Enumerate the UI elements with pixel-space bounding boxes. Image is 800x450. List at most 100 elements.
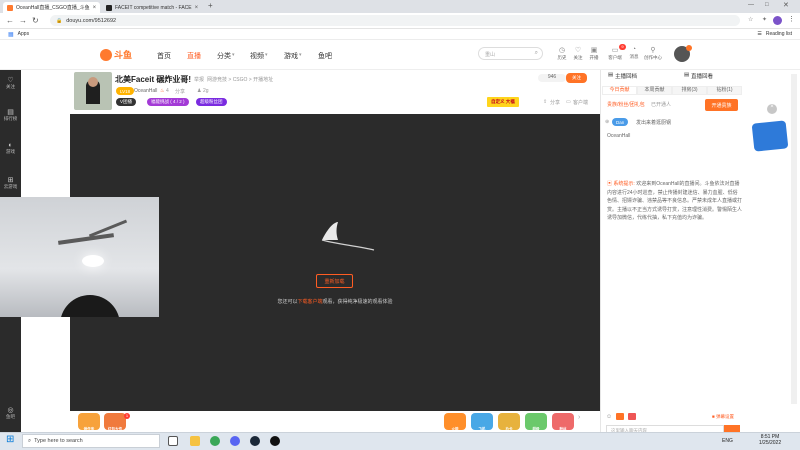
steam-icon[interactable] bbox=[250, 436, 260, 446]
sidebar-item-follow[interactable]: ♡ 关注 bbox=[0, 76, 21, 90]
obs-icon[interactable] bbox=[270, 436, 280, 446]
category-path[interactable]: 网游竞技 > CSGO > 开播地址 bbox=[207, 76, 273, 83]
promo-floating-icon[interactable] bbox=[751, 120, 789, 152]
douyu-favicon bbox=[7, 4, 13, 11]
replay-icon: ▤ bbox=[684, 72, 690, 78]
sidebar-item-fishbar[interactable]: ◎ 鱼吧 bbox=[0, 406, 21, 420]
search-icon[interactable]: ⌕ bbox=[535, 50, 538, 57]
discord-icon[interactable] bbox=[230, 436, 240, 446]
nav-live[interactable]: 直播 bbox=[187, 51, 201, 61]
tab-title: FACEIT competitive match - FACE bbox=[115, 4, 192, 11]
sidebar-item-cloudgame[interactable]: ⊞ 云游戏 bbox=[0, 176, 21, 190]
minimize-icon[interactable]: — bbox=[748, 2, 754, 8]
noble-link[interactable]: 贵族/粉丝/团礼包 bbox=[607, 101, 645, 108]
reading-list-link[interactable]: Reading list bbox=[766, 31, 792, 37]
close-promo-icon[interactable]: × bbox=[767, 104, 777, 114]
live-button[interactable]: ▣ 开播 bbox=[584, 46, 604, 61]
fan-user[interactable]: OceanHall bbox=[607, 133, 630, 139]
followers-count: 2g bbox=[203, 88, 209, 94]
browser-tab-strip: OceanHall直播_CSGO直播_斗鱼 × FACEIT competiti… bbox=[0, 0, 800, 13]
more-gifts-icon[interactable]: › bbox=[578, 414, 580, 421]
nav-category[interactable]: 分类 bbox=[217, 51, 231, 61]
windows-start-icon[interactable]: ⊞ bbox=[6, 434, 14, 445]
tab-douyu[interactable]: OceanHall直播_CSGO直播_斗鱼 × bbox=[3, 2, 100, 13]
back-icon[interactable]: ← bbox=[6, 16, 14, 25]
emoji-icon[interactable]: ☺ bbox=[606, 414, 612, 420]
window-close-icon[interactable]: ✕ bbox=[783, 1, 789, 9]
hint-prefix: 您还可以 bbox=[277, 299, 298, 305]
tab-today[interactable]: 今日贡献 bbox=[602, 86, 637, 95]
reading-list-icon: ☰ bbox=[757, 31, 762, 37]
address-bar[interactable]: 🔒 douyu.com/9512692 bbox=[50, 15, 740, 26]
streamer-avatar[interactable] bbox=[74, 72, 112, 110]
reload-icon[interactable]: ↻ bbox=[32, 16, 39, 25]
tab-anchor-archive[interactable]: 主播回档 bbox=[615, 72, 637, 80]
follow-button[interactable]: 关注 bbox=[566, 73, 587, 83]
nav-video[interactable]: 视频 bbox=[250, 51, 264, 61]
reload-button[interactable]: 重新加载 bbox=[316, 274, 353, 288]
chevron-down-icon: ▾ bbox=[265, 52, 268, 58]
date-text: 1/25/2022 bbox=[758, 440, 782, 446]
star-icon[interactable]: ☆ bbox=[748, 16, 753, 23]
apps-bookmark[interactable]: Apps bbox=[18, 31, 29, 37]
live-icon: ▣ bbox=[590, 47, 598, 54]
noble-suffix: 已开通人 bbox=[651, 102, 672, 108]
client-link[interactable]: 客户端 bbox=[573, 99, 588, 106]
barrage-setting[interactable]: ■ 弹幕设置 bbox=[712, 414, 734, 420]
share-link[interactable]: 分享 bbox=[175, 88, 185, 95]
share-button[interactable]: 分享 bbox=[550, 99, 560, 106]
sidebar-item-game[interactable]: ◐ 游戏 bbox=[0, 142, 21, 155]
tab-replay[interactable]: 直播回看 bbox=[691, 72, 713, 80]
extensions-icon[interactable]: ✦ bbox=[762, 16, 767, 23]
tab-title: OceanHall直播_CSGO直播_斗鱼 bbox=[16, 5, 90, 11]
apps-grid-icon: ▦ bbox=[8, 31, 14, 38]
tab-diamond[interactable]: 钻粉(1) bbox=[707, 86, 742, 95]
search-placeholder: 重山 bbox=[485, 52, 496, 58]
search-icon: ⌕ bbox=[28, 437, 32, 444]
tab-week[interactable]: 本周贡献 bbox=[637, 86, 672, 95]
tab-faceit[interactable]: FACEIT competitive match - FACE × bbox=[102, 2, 201, 13]
challenge-badge[interactable]: 福能挑战 ( 4 / 2 ) bbox=[147, 98, 189, 106]
menu-icon[interactable]: ⋮ bbox=[788, 15, 795, 23]
heat-icon: ♨ bbox=[160, 88, 165, 94]
douyu-logo[interactable]: 斗鱼 bbox=[100, 48, 132, 61]
url-text: douyu.com/9512692 bbox=[66, 17, 117, 24]
fan-club-badge[interactable]: 超级粉丝团 bbox=[196, 98, 227, 106]
report-link[interactable]: 举报 bbox=[194, 76, 204, 83]
page-scrollbar[interactable] bbox=[791, 74, 797, 404]
creator-button[interactable]: ⚲ 创作中心 bbox=[643, 46, 663, 61]
new-tab-button[interactable]: + bbox=[208, 1, 213, 10]
search-input[interactable]: 重山 ⌕ bbox=[478, 47, 543, 60]
taskbar-clock[interactable]: 8:51 PM 1/25/2022 bbox=[750, 434, 790, 446]
download-banner[interactable]: 自定义 大福 bbox=[487, 97, 519, 107]
maximize-icon[interactable]: □ bbox=[765, 2, 769, 8]
hint-suffix: 观看，获得纯净极速的观看体验 bbox=[322, 299, 393, 305]
vip-tag[interactable]: V团播 bbox=[116, 98, 137, 106]
close-icon[interactable]: × bbox=[195, 5, 199, 11]
fan-card-icon[interactable] bbox=[628, 413, 636, 420]
tab-room[interactable]: 排房(3) bbox=[672, 86, 707, 95]
gift-badge: 1 bbox=[124, 413, 130, 419]
taskbar-search[interactable]: ⌕ Type here to search bbox=[22, 434, 160, 448]
message-button[interactable]: ◔ 消息 bbox=[624, 46, 644, 60]
chevron-down-icon: ▾ bbox=[232, 52, 235, 58]
task-view-icon[interactable] bbox=[168, 436, 178, 446]
nav-home[interactable]: 首页 bbox=[157, 51, 171, 61]
close-icon[interactable]: × bbox=[93, 5, 97, 11]
open-noble-button[interactable]: 开通贵族 bbox=[705, 99, 738, 111]
site-header: 斗鱼 首页 直播 分类 ▾ 视频 ▾ 游戏 ▾ 鱼吧 ↖ 重山 ⌕ ◷历史 ♡关… bbox=[0, 40, 800, 82]
chrome-icon[interactable] bbox=[210, 436, 220, 446]
douyu-fin-logo-icon bbox=[321, 222, 375, 251]
nav-fishbar[interactable]: 鱼吧 bbox=[318, 51, 332, 61]
streamer-name[interactable]: OceanHall bbox=[134, 88, 157, 94]
profile-avatar[interactable] bbox=[773, 16, 782, 25]
file-explorer-icon[interactable] bbox=[190, 436, 200, 446]
gift-icon[interactable] bbox=[616, 413, 624, 420]
forward-icon[interactable]: → bbox=[19, 16, 27, 25]
system-text: 欢迎来到OceanHall的直播间。斗鱼依法对直播内容进行24小时巡查，禁止传播… bbox=[607, 181, 743, 221]
streamer-head bbox=[88, 77, 98, 87]
download-client-link[interactable]: 下载客户端 bbox=[297, 299, 322, 305]
sidebar-item-rank[interactable]: ▤ 排行榜 bbox=[0, 108, 21, 122]
nav-games[interactable]: 游戏 bbox=[284, 51, 298, 61]
language-indicator[interactable]: ENG bbox=[722, 438, 733, 444]
